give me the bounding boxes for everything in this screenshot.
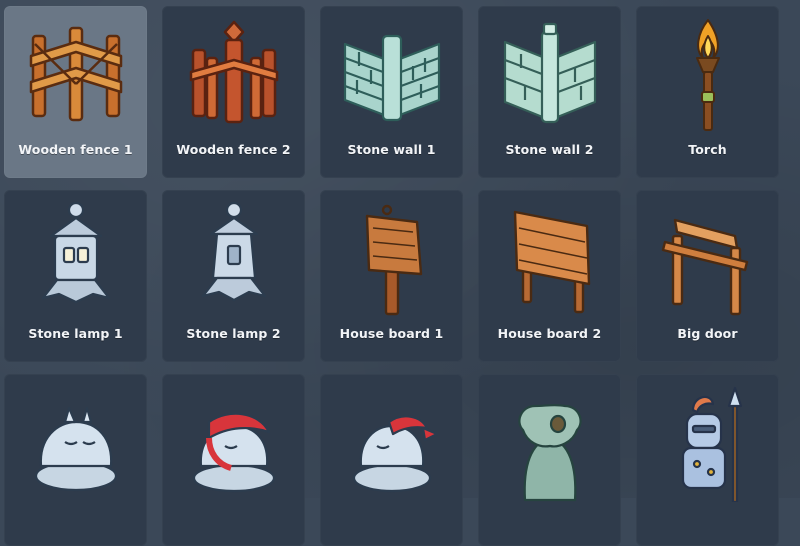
asset-tile-house-board-1[interactable]: House board 1 xyxy=(320,190,463,362)
asset-tile-knight[interactable] xyxy=(636,374,779,546)
stone-wall-2-icon xyxy=(478,14,621,134)
stone-lamp-2-icon xyxy=(162,198,305,318)
asset-tile-wooden-fence-2[interactable]: Wooden fence 2 xyxy=(162,6,305,178)
asset-tile-wooden-fence-1[interactable]: Wooden fence 1 xyxy=(4,6,147,178)
house-board-icon xyxy=(320,198,463,318)
rabbit-statue-icon xyxy=(478,382,621,502)
asset-tile-sleeping-statue[interactable] xyxy=(4,374,147,546)
asset-grid: Wooden fence 1 Wooden fence 2 Stone wall… xyxy=(4,6,779,546)
asset-tile-big-door[interactable]: Big door xyxy=(636,190,779,362)
asset-label: Torch xyxy=(688,142,727,157)
asset-tile-stone-wall-2[interactable]: Stone wall 2 xyxy=(478,6,621,178)
sleeping-creature-statue-icon xyxy=(4,382,147,502)
asset-tile-stone-lamp-2[interactable]: Stone lamp 2 xyxy=(162,190,305,362)
asset-label: Big door xyxy=(677,326,738,341)
stone-wall-icon xyxy=(320,14,463,134)
asset-tile-house-board-2[interactable]: House board 2 xyxy=(478,190,621,362)
asset-label: House board 2 xyxy=(497,326,602,341)
house-board-2-icon xyxy=(478,198,621,318)
asset-tile-torch[interactable]: Torch xyxy=(636,6,779,178)
sleeping-creature-red-cape-icon xyxy=(162,382,305,502)
big-door-icon xyxy=(636,198,779,318)
asset-label: Stone wall 1 xyxy=(347,142,436,157)
asset-tile-sleeping-red-bandana[interactable] xyxy=(320,374,463,546)
wooden-fence-icon xyxy=(4,14,147,134)
asset-tile-stone-lamp-1[interactable]: Stone lamp 1 xyxy=(4,190,147,362)
torch-icon xyxy=(636,14,779,134)
stone-lamp-icon xyxy=(4,198,147,318)
wooden-fence-2-icon xyxy=(162,14,305,134)
asset-label: Stone lamp 2 xyxy=(186,326,281,341)
knight-with-spear-icon xyxy=(636,382,779,502)
asset-label: Stone lamp 1 xyxy=(28,326,123,341)
sleeping-creature-red-bandana-icon xyxy=(320,382,463,502)
asset-label: Wooden fence 2 xyxy=(176,142,291,157)
asset-tile-sleeping-red-cape[interactable] xyxy=(162,374,305,546)
asset-label: Wooden fence 1 xyxy=(18,142,133,157)
asset-label: House board 1 xyxy=(339,326,444,341)
asset-tile-rabbit-statue[interactable] xyxy=(478,374,621,546)
asset-tile-stone-wall-1[interactable]: Stone wall 1 xyxy=(320,6,463,178)
asset-label: Stone wall 2 xyxy=(505,142,594,157)
